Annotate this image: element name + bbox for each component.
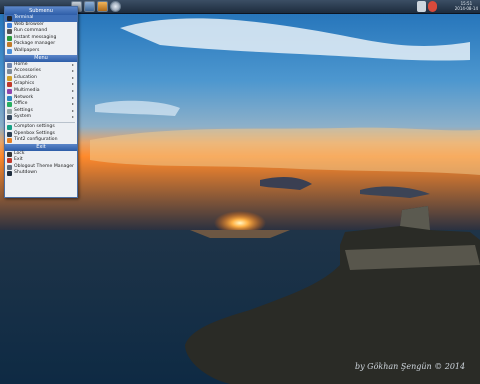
chevron-right-icon: ▸: [71, 87, 74, 93]
office-icon: [7, 102, 12, 108]
menu-item-label: Compton settings: [14, 123, 55, 129]
tools-icon: [7, 69, 12, 75]
package-icon: [7, 42, 12, 48]
power-launcher-icon[interactable]: [110, 1, 121, 12]
menu-item-exit[interactable]: Exit: [5, 157, 77, 164]
chevron-right-icon: ▸: [71, 94, 74, 100]
menu-item-label: Tint2 configuration: [14, 137, 58, 143]
chevron-right-icon: ▸: [71, 68, 74, 74]
notification-tray-icon[interactable]: [428, 1, 437, 12]
tint2-icon: [7, 138, 12, 144]
gear-icon: [7, 29, 12, 35]
menu-header: Menu: [5, 54, 77, 62]
globe-icon: [7, 22, 12, 28]
home-icon: [7, 62, 12, 68]
menu-item-label: Shutdown: [14, 170, 37, 176]
network-tray-icon[interactable]: [417, 1, 426, 12]
application-menu: Submenu Terminal Web browser Run command In…: [4, 6, 78, 198]
chat-icon: [7, 35, 12, 41]
menu-item-label: Graphics: [14, 81, 35, 87]
chevron-right-icon: ▸: [71, 81, 74, 87]
menu-item-label: Instant messaging: [14, 34, 57, 40]
web-browser-launcher-icon[interactable]: [97, 1, 108, 12]
menu-item-label: Multimedia: [14, 87, 40, 93]
file-manager-launcher-icon[interactable]: [84, 1, 95, 12]
menu-item-label: Lock: [14, 150, 25, 156]
menu-item-accessories[interactable]: Accessories ▸: [5, 68, 77, 75]
menu-item-compton-settings[interactable]: Compton settings: [5, 124, 77, 131]
menu-item-graphics[interactable]: Graphics ▸: [5, 81, 77, 88]
graphics-icon: [7, 82, 12, 88]
menu-item-label: System: [14, 114, 32, 120]
menu-item-label: Settings: [14, 107, 33, 113]
chevron-right-icon: ▸: [71, 74, 74, 80]
menu-item-label: Run command: [14, 28, 48, 34]
compton-icon: [7, 124, 12, 130]
menu-item-office[interactable]: Office ▸: [5, 101, 77, 108]
wallpaper-signature: by Gökhan Şengün © 2014: [355, 362, 466, 371]
multimedia-icon: [7, 88, 12, 94]
exit-header: Exit: [5, 143, 77, 151]
settings-icon: [7, 108, 12, 114]
exit-icon: [7, 158, 12, 164]
terminal-icon: [7, 16, 12, 21]
power-icon: [7, 171, 12, 177]
menu-item-label: Terminal: [14, 15, 34, 20]
menu-item-label: Office: [14, 101, 28, 107]
menu-item-run-command[interactable]: Run command: [5, 28, 77, 35]
chevron-right-icon: ▸: [71, 61, 74, 67]
menu-item-multimedia[interactable]: Multimedia ▸: [5, 88, 77, 95]
menu-item-label: Oblogout Theme Manager: [14, 163, 74, 169]
menu-separator: [7, 121, 75, 123]
theme-icon: [7, 164, 12, 170]
picture-icon: [7, 48, 12, 54]
chevron-right-icon: ▸: [71, 107, 74, 113]
menu-item-label: Exit: [14, 157, 23, 163]
menu-item-tint2-configuration[interactable]: Tint2 configuration: [5, 137, 77, 144]
clock[interactable]: 15:51 2014-08-14: [455, 1, 478, 11]
menu-item-label: Home: [14, 61, 28, 67]
menu-item-label: Openbox Settings: [14, 130, 55, 136]
menu-item-shutdown[interactable]: Shutdown: [5, 170, 77, 177]
openbox-icon: [7, 131, 12, 137]
menu-item-system[interactable]: System ▸: [5, 114, 77, 121]
menu-item-wallpapers[interactable]: Wallpapers: [5, 48, 77, 55]
menu-item-label: Accessories: [14, 68, 41, 74]
clock-date: 2014-08-14: [454, 6, 478, 11]
menu-title: Submenu: [5, 7, 77, 15]
network-icon: [7, 95, 12, 101]
chevron-right-icon: ▸: [71, 101, 74, 107]
menu-item-package-manager[interactable]: Package manager: [5, 41, 77, 48]
menu-item-label: Package manager: [14, 41, 56, 47]
menu-item-label: Education: [14, 74, 37, 80]
menu-item-label: Web browser: [14, 21, 44, 27]
menu-item-label: Wallpapers: [14, 47, 40, 53]
menu-item-terminal[interactable]: Terminal: [5, 15, 77, 22]
lock-icon: [7, 151, 12, 157]
system-icon: [7, 115, 12, 121]
menu-item-label: Network: [14, 94, 34, 100]
chevron-right-icon: ▸: [71, 114, 74, 120]
education-icon: [7, 75, 12, 81]
